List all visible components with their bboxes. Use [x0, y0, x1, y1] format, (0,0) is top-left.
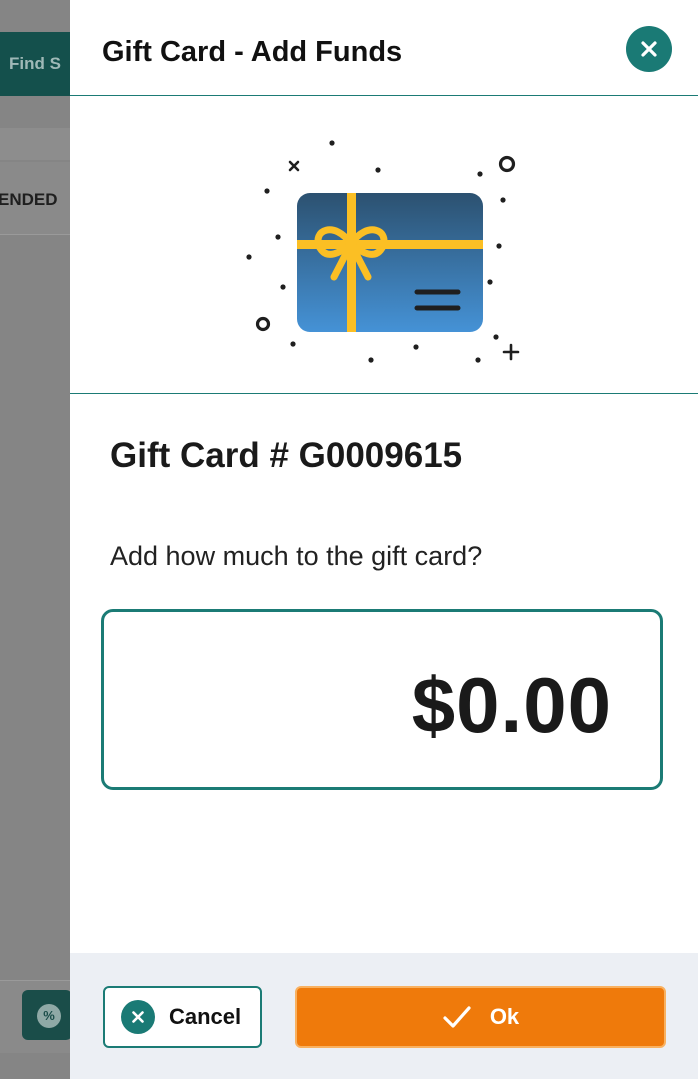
checkmark-icon — [443, 1006, 471, 1028]
cancel-label: Cancel — [169, 1004, 242, 1029]
close-button[interactable] — [626, 26, 672, 72]
ok-button[interactable]: Ok — [295, 986, 666, 1048]
gift-card-icon — [246, 140, 520, 363]
ok-label: Ok — [489, 1004, 520, 1029]
dialog-footer: Cancel Ok — [70, 953, 698, 1079]
amount-prompt: Add how much to the gift card? — [110, 541, 483, 571]
amount-input[interactable]: $0.00 — [101, 609, 663, 790]
dialog-title: Gift Card - Add Funds — [102, 36, 403, 68]
background-app: Find S ENDED % — [0, 0, 70, 1079]
gift-card-number: Gift Card # G0009615 — [110, 436, 463, 475]
percent-badge-icon: % — [37, 1004, 61, 1028]
background-strip — [0, 128, 70, 160]
background-row: ENDED — [0, 162, 70, 235]
add-funds-dialog: Gift Card - Add Funds Gift Card # G00096… — [70, 0, 698, 1079]
background-row-text: ENDED — [0, 190, 58, 209]
find-button: Find S — [0, 32, 70, 96]
discount-button: % — [22, 990, 70, 1040]
amount-value: $0.00 — [411, 661, 612, 749]
close-icon — [641, 41, 657, 57]
illustration-area — [70, 96, 698, 394]
cancel-button[interactable]: Cancel — [103, 986, 262, 1048]
cancel-icon — [121, 1000, 155, 1034]
dialog-header: Gift Card - Add Funds — [70, 0, 698, 96]
